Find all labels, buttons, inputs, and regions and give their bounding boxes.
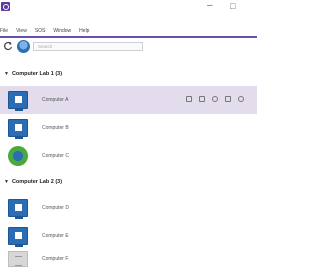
search-input[interactable]: Search bbox=[33, 42, 143, 51]
refresh-icon[interactable] bbox=[3, 41, 13, 51]
computer-row-a[interactable]: Computer A bbox=[0, 86, 257, 114]
computer-name: Computer C bbox=[42, 153, 69, 159]
monitor-icon bbox=[8, 227, 28, 247]
computer-row-e[interactable]: Computer E bbox=[0, 222, 257, 250]
menu-bar: File View SOS Window Help bbox=[0, 26, 257, 36]
computer-row-c[interactable]: Computer C bbox=[0, 142, 257, 170]
menu-sos[interactable]: SOS bbox=[35, 28, 46, 34]
monitor-icon bbox=[8, 199, 28, 219]
computer-name: Computer E bbox=[42, 233, 69, 239]
group-header-lab-2[interactable]: ▼ Computer Lab 2 (3) bbox=[0, 174, 257, 190]
group-title: Computer Lab 2 (3) bbox=[11, 179, 63, 185]
group-header-lab-1[interactable]: ▼ Computer Lab 1 (3) bbox=[0, 66, 257, 82]
computer-name: Computer B bbox=[42, 125, 69, 131]
caret-down-icon[interactable]: ▼ bbox=[4, 179, 9, 185]
message-icon[interactable] bbox=[225, 96, 231, 102]
menu-view[interactable]: View bbox=[16, 28, 27, 34]
menu-file[interactable]: File bbox=[0, 28, 8, 34]
computer-row-b[interactable]: Computer B bbox=[0, 114, 257, 142]
group-title: Computer Lab 1 (3) bbox=[11, 71, 63, 77]
caret-down-icon[interactable]: ▼ bbox=[4, 71, 9, 77]
file-icon[interactable] bbox=[199, 96, 205, 102]
chat-icon[interactable] bbox=[212, 96, 218, 102]
monitor-icon bbox=[8, 91, 28, 111]
computer-name: Computer F bbox=[42, 255, 69, 262]
menu-help[interactable]: Help bbox=[79, 28, 89, 34]
green-globe-icon bbox=[8, 146, 28, 166]
computer-row-d[interactable]: Computer D bbox=[0, 194, 257, 222]
maximize-button[interactable]: □ bbox=[230, 1, 235, 11]
row-actions bbox=[186, 96, 244, 102]
app-icon bbox=[1, 2, 10, 11]
toolbar: Search bbox=[0, 38, 257, 56]
title-bar: – □ bbox=[0, 0, 257, 26]
computer-name: Computer A bbox=[42, 97, 69, 103]
computer-row-f[interactable]: Computer F bbox=[0, 248, 257, 269]
more-icon[interactable] bbox=[238, 96, 244, 102]
minimize-button[interactable]: – bbox=[207, 1, 213, 11]
view-screen-icon[interactable] bbox=[186, 96, 192, 102]
user-icon[interactable] bbox=[17, 40, 30, 53]
menu-window[interactable]: Window bbox=[53, 28, 71, 34]
computer-name: Computer D bbox=[42, 205, 69, 211]
offline-monitor-icon bbox=[8, 251, 28, 267]
monitor-icon bbox=[8, 119, 28, 139]
